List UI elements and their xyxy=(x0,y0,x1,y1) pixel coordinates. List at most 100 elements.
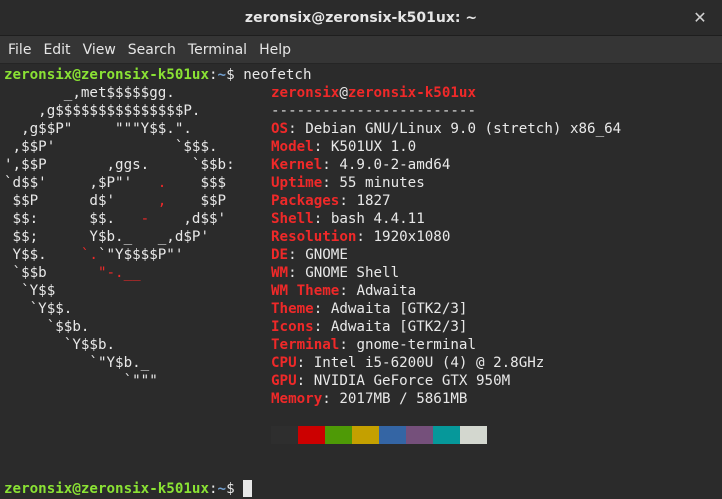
info-key-separator: : xyxy=(322,391,340,407)
info-value: Intel i5-6200U (4) @ 2.8GHz xyxy=(313,355,545,371)
logo-swirl: $$$ xyxy=(166,175,227,191)
terminal-window: zeronsix@zeronsix-k501ux: ~ ✕ File Edit … xyxy=(0,0,722,499)
window-title: zeronsix@zeronsix-k501ux: ~ xyxy=(244,9,478,26)
close-icon[interactable]: ✕ xyxy=(690,8,710,28)
logo-line: `Y$$. xyxy=(4,300,73,318)
info-field: Memory: 2017MB / 5861MB xyxy=(271,390,467,408)
info-key-separator: : xyxy=(288,121,306,137)
prompt-separator: : xyxy=(209,67,218,83)
info-field: Icons: Adwaita [GTK2/3] xyxy=(271,318,467,336)
color-swatch xyxy=(379,426,406,444)
prompt-dollar: $ xyxy=(226,481,244,497)
info-value: bash 4.4.11 xyxy=(330,211,425,227)
info-field: WM: GNOME Shell xyxy=(271,264,399,282)
terminal-output[interactable]: zeronsix@zeronsix-k501ux:~$ neofetch _,m… xyxy=(0,64,722,499)
info-field: OS: Debian GNU/Linux 9.0 (stretch) x86_6… xyxy=(271,120,621,138)
logo-line: _,met$$$$$gg. xyxy=(4,84,175,102)
logo-swirl-red: - xyxy=(140,211,150,227)
info-value: K501UX 1.0 xyxy=(330,139,417,155)
info-field: Model: K501UX 1.0 xyxy=(271,138,416,156)
info-key: OS xyxy=(271,121,289,137)
info-key: DE xyxy=(271,247,289,263)
info-value: 1827 xyxy=(356,193,391,209)
info-value: gnome-terminal xyxy=(356,337,477,353)
info-key-separator: : xyxy=(313,301,331,317)
logo-line: `d$$' ,$P"' . $$$ xyxy=(4,174,226,192)
prompt-dollar: $ xyxy=(226,67,244,83)
info-key-separator: : xyxy=(339,193,357,209)
color-swatch xyxy=(325,426,352,444)
info-value: 4.9.0-2-amd64 xyxy=(339,157,451,173)
info-field: Terminal: gnome-terminal xyxy=(271,336,476,354)
logo-line: ,g$$P" """Y$$.". xyxy=(4,120,192,138)
menu-view[interactable]: View xyxy=(77,42,122,58)
title-bar[interactable]: zeronsix@zeronsix-k501ux: ~ ✕ xyxy=(0,0,722,36)
logo-line: `$$b. xyxy=(4,318,90,336)
info-field: CPU: Intel i5-6200U (4) @ 2.8GHz xyxy=(271,354,544,372)
info-key: GPU xyxy=(271,373,297,389)
logo-line: $$: $$. - ,d$$' xyxy=(4,210,227,228)
logo-line: `"Y$b._ xyxy=(4,354,149,372)
info-key: WM xyxy=(271,265,289,281)
prompt-user-host: zeronsix@zeronsix-k501ux xyxy=(4,67,209,83)
info-field: DE: GNOME xyxy=(271,246,348,264)
logo-swirl: `Y$$b. xyxy=(4,337,116,353)
info-field: GPU: NVIDIA GeForce GTX 950M xyxy=(271,372,510,390)
info-key: Kernel xyxy=(271,157,323,173)
info-key-separator: : xyxy=(296,355,314,371)
color-swatch xyxy=(433,426,460,444)
info-divider: ------------------------ xyxy=(271,103,476,119)
color-swatch xyxy=(271,426,298,444)
logo-line: `$$b "-.__ xyxy=(4,264,141,282)
logo-swirl: $$: $$. xyxy=(4,211,141,227)
info-key-separator: : xyxy=(313,319,331,335)
logo-line: ,$$P' `$$$. xyxy=(4,138,218,156)
info-field: WM Theme: Adwaita xyxy=(271,282,416,300)
logo-swirl: `$$b xyxy=(4,265,98,281)
menu-help[interactable]: Help xyxy=(253,42,297,58)
logo-swirl: $$P xyxy=(166,193,227,209)
info-key: WM Theme xyxy=(271,283,340,299)
menu-search[interactable]: Search xyxy=(122,42,182,58)
info-key: Memory xyxy=(271,391,323,407)
menu-edit[interactable]: Edit xyxy=(37,42,76,58)
logo-swirl-red: "-.__ xyxy=(97,265,141,281)
info-key-separator: : xyxy=(288,265,306,281)
logo-swirl: ',$$P ,ggs. `$$b: xyxy=(4,157,235,173)
command-prompt-line: zeronsix@zeronsix-k501ux:~$ neofetch xyxy=(4,66,312,84)
info-value: NVIDIA GeForce GTX 950M xyxy=(313,373,511,389)
info-host: zeronsix-k501ux xyxy=(347,85,477,101)
color-swatch xyxy=(406,426,433,444)
info-key: Resolution xyxy=(271,229,357,245)
logo-swirl: `"Y$b._ xyxy=(4,355,150,371)
info-key-separator: : xyxy=(322,175,340,191)
logo-swirl: _,met$$$$$gg. xyxy=(4,85,175,101)
logo-swirl: `Y$$ xyxy=(4,283,56,299)
info-value: Adwaita [GTK2/3] xyxy=(330,301,468,317)
prompt-path: ~ xyxy=(217,67,227,83)
info-value: Debian GNU/Linux 9.0 (stretch) x86_64 xyxy=(305,121,622,137)
info-value: 1920x1080 xyxy=(373,229,451,245)
active-prompt-line[interactable]: zeronsix@zeronsix-k501ux:~$ xyxy=(4,480,253,498)
info-value: Adwaita xyxy=(356,283,417,299)
info-field: Kernel: 4.9.0-2-amd64 xyxy=(271,156,450,174)
info-key-separator: : xyxy=(356,229,374,245)
info-key: Model xyxy=(271,139,314,155)
color-swatch xyxy=(460,426,487,444)
info-user: zeronsix xyxy=(271,85,340,101)
logo-line: `Y$$ xyxy=(4,282,55,300)
prompt-command: neofetch xyxy=(243,67,312,83)
logo-swirl-red: `. xyxy=(80,247,98,263)
menu-file[interactable]: File xyxy=(2,42,37,58)
logo-line: $$; Y$b._ _,d$P' xyxy=(4,228,209,246)
info-key-separator: : xyxy=(313,139,331,155)
info-field: Shell: bash 4.4.11 xyxy=(271,210,425,228)
prompt-separator: : xyxy=(209,481,218,497)
info-value: GNOME Shell xyxy=(305,265,400,281)
info-key-separator: : xyxy=(339,337,357,353)
prompt-user-host: zeronsix@zeronsix-k501ux xyxy=(4,481,209,497)
menu-terminal[interactable]: Terminal xyxy=(182,42,253,58)
logo-line: ,g$$$$$$$$$$$$$$$P. xyxy=(4,102,200,120)
logo-swirl: `d$$' ,$P"' xyxy=(4,175,158,191)
logo-swirl: `$$b. xyxy=(4,319,90,335)
